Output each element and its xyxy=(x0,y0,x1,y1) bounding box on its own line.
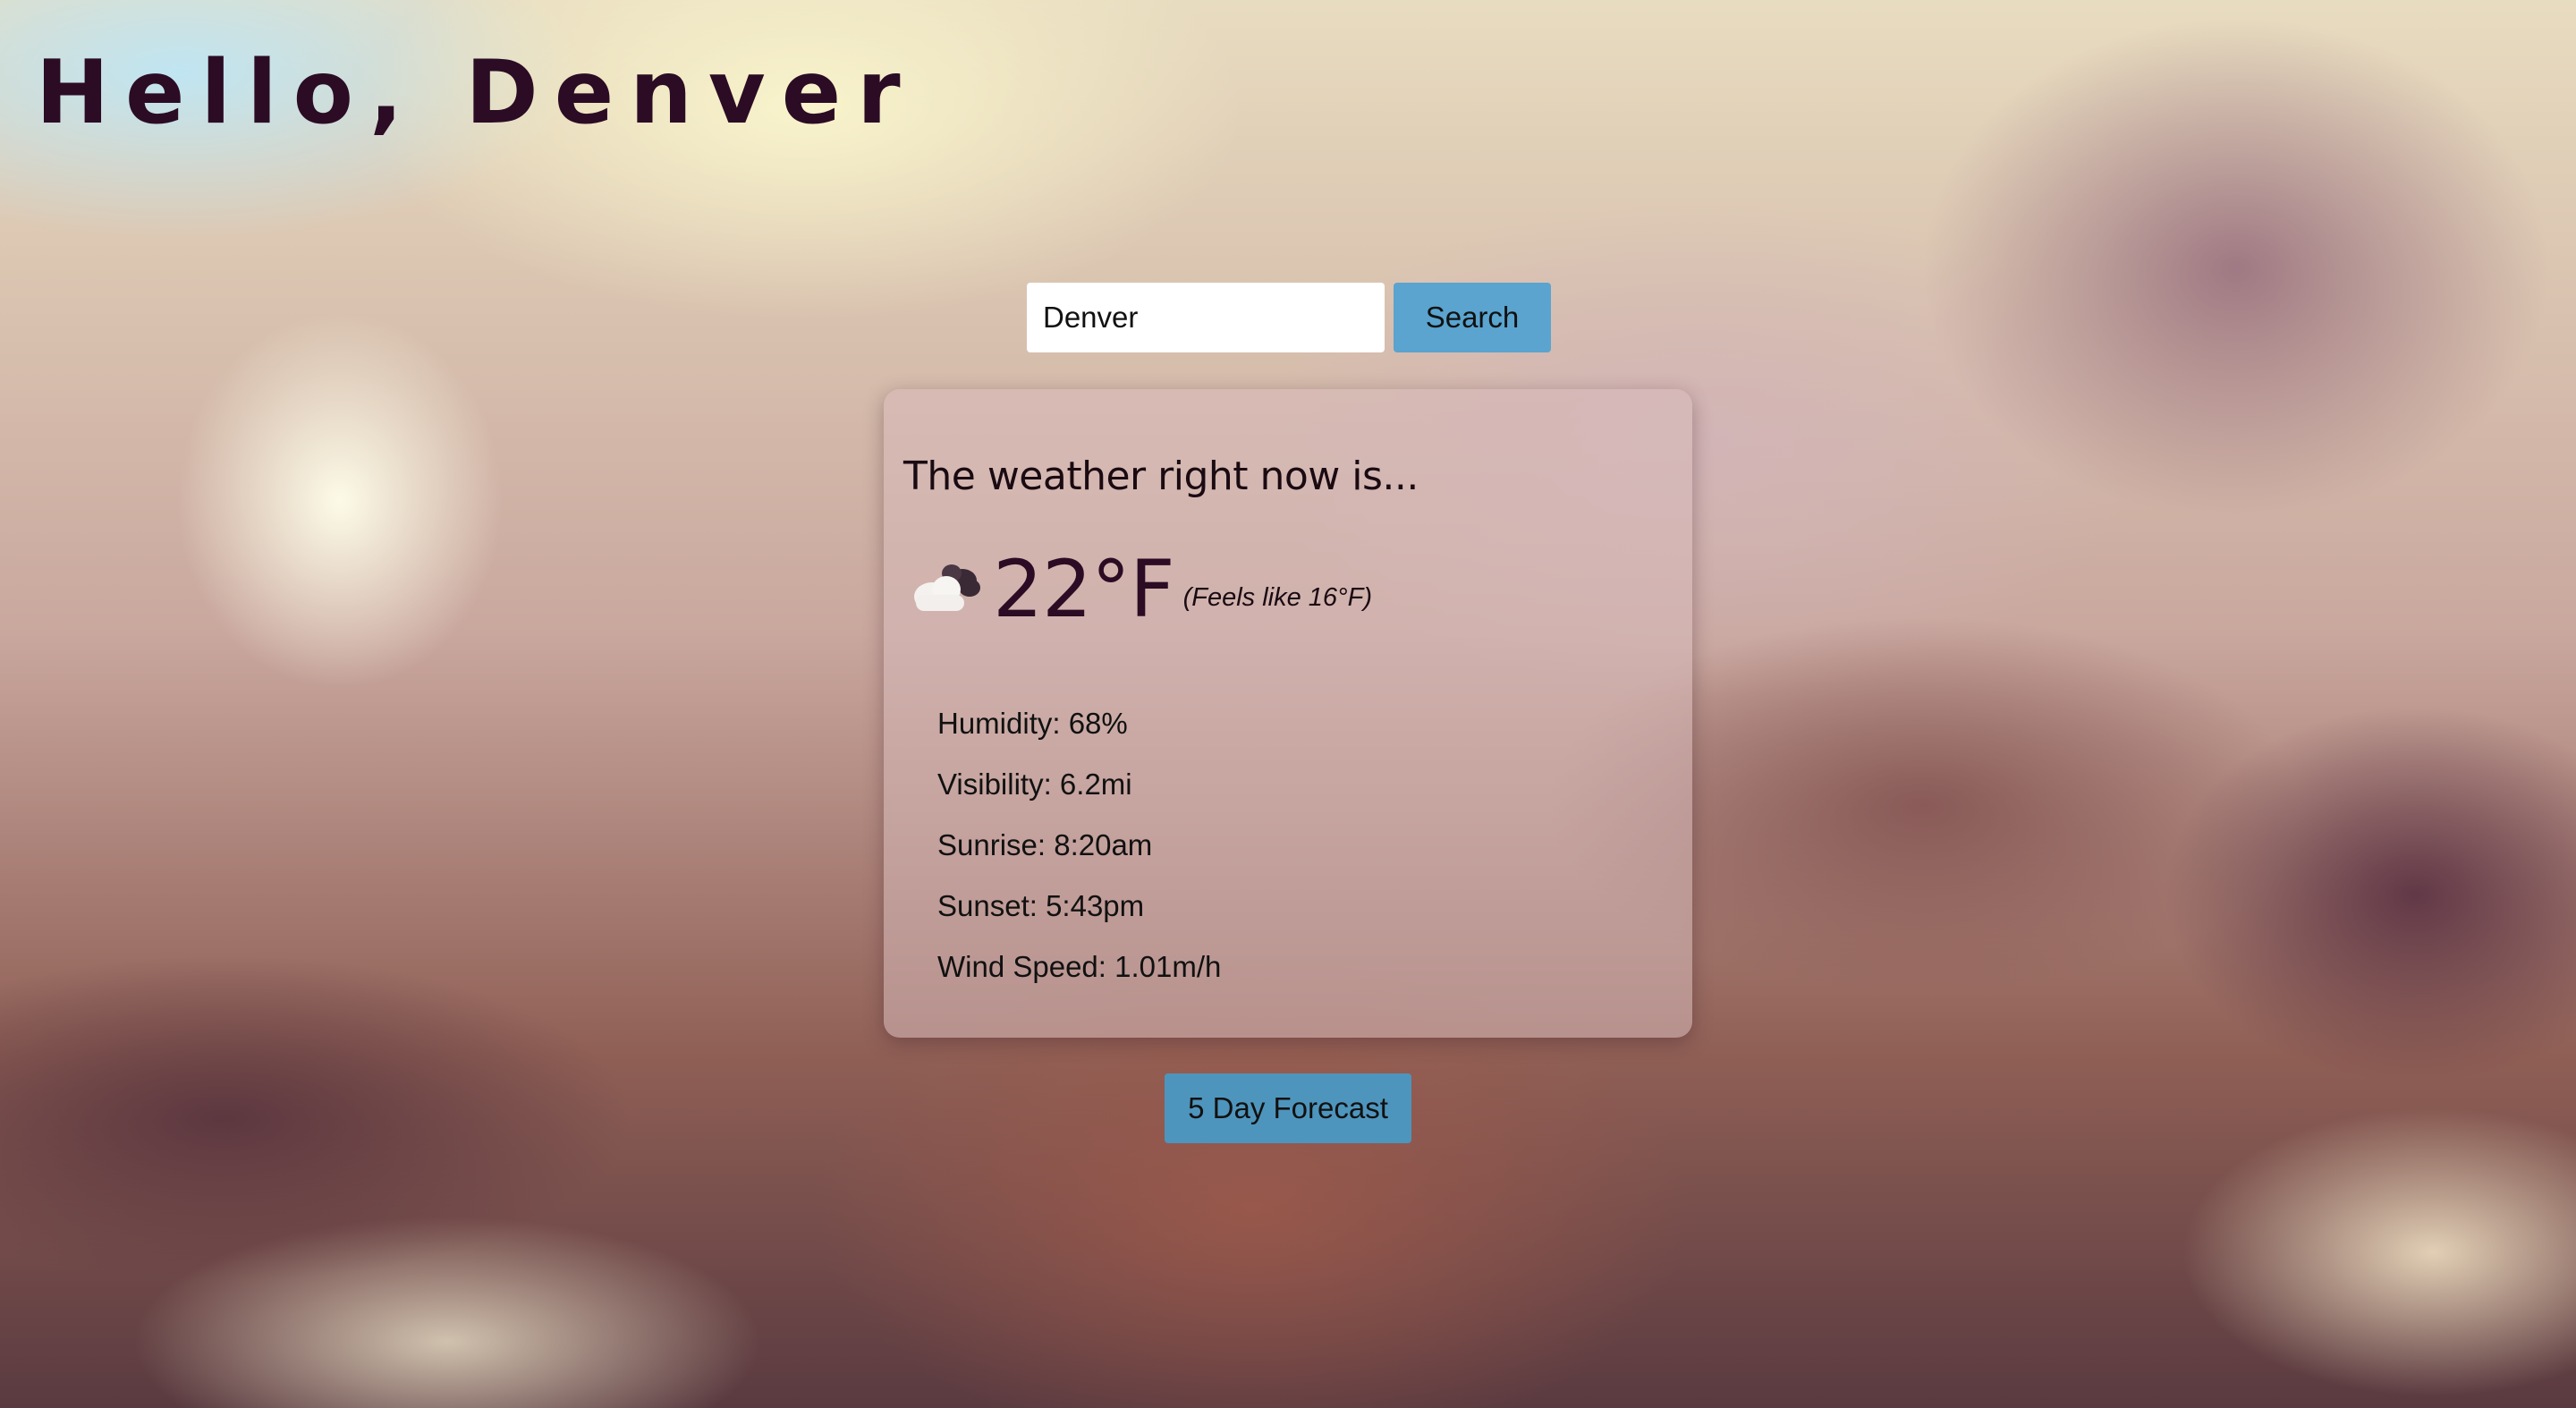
city-search-input[interactable] xyxy=(1027,283,1385,352)
sunrise-detail: Sunrise: 8:20am xyxy=(937,828,1153,861)
temperature-value: 22°F xyxy=(993,543,1175,635)
wind-speed-detail: Wind Speed: 1.01m/h xyxy=(937,950,1222,983)
current-conditions: 22°F (Feels like 16°F) xyxy=(911,550,1372,629)
cloud-icon xyxy=(914,564,980,611)
weather-details-list: Humidity: 68% Visibility: 6.2mi Sunrise:… xyxy=(937,693,1221,997)
search-button[interactable]: Search xyxy=(1394,283,1551,352)
feels-like-text: (Feels like 16°F) xyxy=(1182,583,1373,612)
visibility-detail: Visibility: 6.2mi xyxy=(937,768,1132,801)
card-heading: The weather right now is... xyxy=(903,454,1419,499)
five-day-forecast-button[interactable]: 5 Day Forecast xyxy=(1165,1073,1411,1143)
search-bar: Search xyxy=(1027,283,1551,352)
current-weather-card: The weather right now is... 22°F (Feels … xyxy=(884,389,1692,1038)
humidity-detail: Humidity: 68% xyxy=(937,707,1128,740)
sunset-detail: Sunset: 5:43pm xyxy=(937,889,1145,922)
page-title: Hello, Denver xyxy=(36,42,917,144)
